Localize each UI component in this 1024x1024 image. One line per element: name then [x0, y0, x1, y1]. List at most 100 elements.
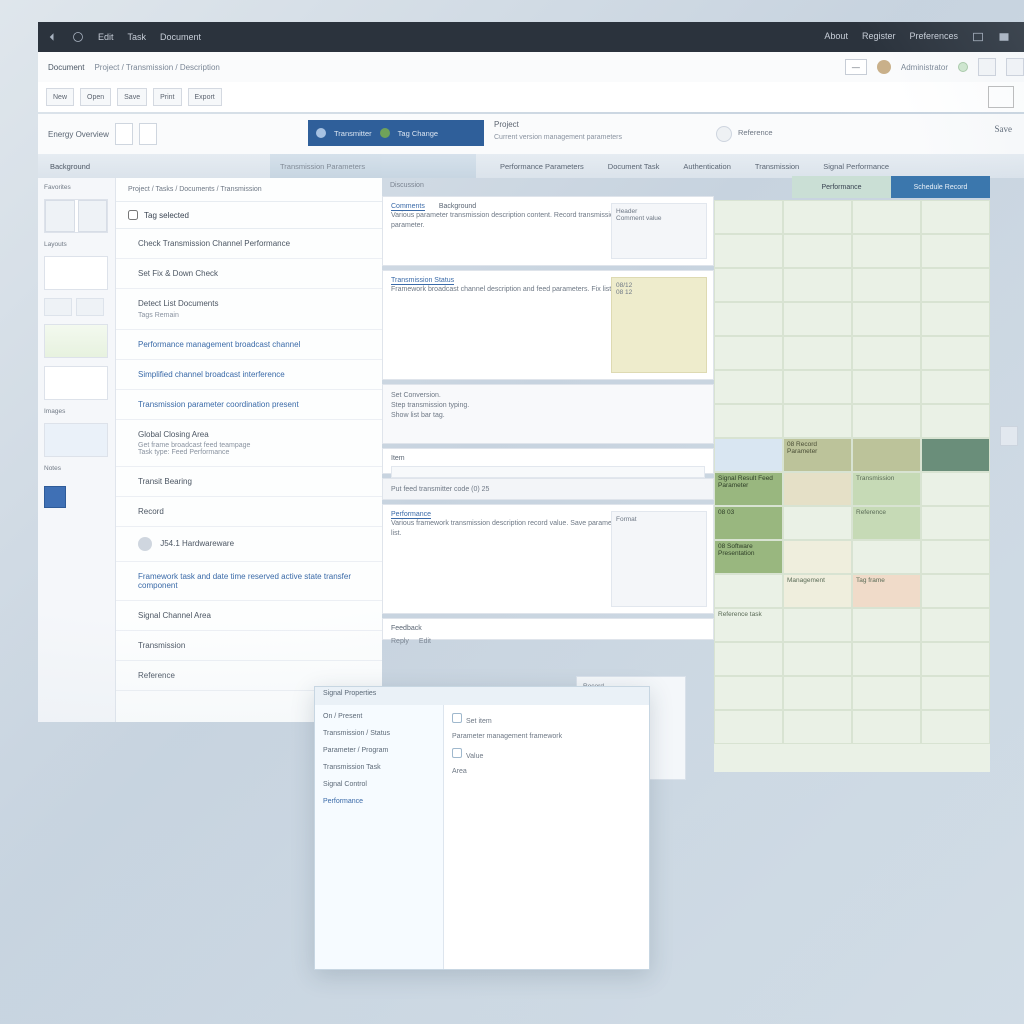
cal-cell[interactable]: [783, 234, 852, 268]
list-item[interactable]: Performance management broadcast channel: [116, 330, 382, 360]
cal-cell[interactable]: [852, 268, 921, 302]
detail-window-title[interactable]: Signal Properties: [315, 687, 649, 705]
colhdr[interactable]: Signal Performance: [799, 162, 889, 171]
cal-cell[interactable]: [852, 404, 921, 438]
cal-cell[interactable]: [921, 302, 990, 336]
cal-cell[interactable]: [783, 268, 852, 302]
cal-cell[interactable]: [921, 676, 990, 710]
cal-cell[interactable]: 08 Software Presentation: [714, 540, 783, 574]
list-item[interactable]: Signal Channel Area: [116, 601, 382, 631]
colhdr[interactable]: Authentication: [659, 162, 731, 171]
sidebar-row[interactable]: [44, 298, 109, 316]
menubar-item[interactable]: Task: [128, 32, 147, 42]
preview-thumb[interactable]: [988, 86, 1014, 108]
list-item[interactable]: Detect List Documents Tags Remain: [116, 289, 382, 330]
panel-action[interactable]: Edit: [419, 638, 431, 645]
cal-cell[interactable]: [921, 234, 990, 268]
panel-tab[interactable]: Transmission Status: [391, 277, 454, 285]
avatar[interactable]: [877, 60, 891, 74]
list-item[interactable]: Global Closing Area Get frame broadcast …: [116, 420, 382, 467]
calendar-tab[interactable]: Performance: [792, 176, 891, 198]
cal-cell[interactable]: [852, 642, 921, 676]
context-chip[interactable]: [139, 123, 157, 145]
cal-cell[interactable]: [921, 540, 990, 574]
cal-cell[interactable]: [921, 200, 990, 234]
sidebar-thumb[interactable]: [44, 366, 108, 400]
cal-cell[interactable]: [783, 506, 852, 540]
cal-cell[interactable]: [921, 642, 990, 676]
select-all-checkbox[interactable]: [128, 210, 138, 220]
cal-cell[interactable]: [921, 574, 990, 608]
list-item[interactable]: Set Fix & Down Check: [116, 259, 382, 289]
checkbox-icon[interactable]: [452, 713, 462, 723]
toolbar-button[interactable]: New: [46, 88, 74, 106]
cal-cell[interactable]: [852, 200, 921, 234]
cal-cell[interactable]: [714, 302, 783, 336]
cal-cell[interactable]: [783, 608, 852, 642]
cal-cell[interactable]: [921, 710, 990, 744]
window-icon[interactable]: [972, 31, 984, 43]
cal-cell[interactable]: [783, 404, 852, 438]
cal-cell[interactable]: [921, 336, 990, 370]
cal-cell[interactable]: [852, 234, 921, 268]
panel-tab[interactable]: Feedback: [391, 625, 422, 632]
toolbar-button[interactable]: Open: [80, 88, 111, 106]
list-item[interactable]: Transit Bearing: [116, 467, 382, 497]
cal-cell[interactable]: [921, 608, 990, 642]
cal-cell[interactable]: [921, 268, 990, 302]
panel-tab[interactable]: Comments: [391, 203, 425, 211]
cal-cell[interactable]: [852, 608, 921, 642]
list-item[interactable]: J54.1 Hardwareware: [116, 527, 382, 562]
cal-cell[interactable]: [783, 336, 852, 370]
cal-cell[interactable]: [783, 472, 852, 506]
list-item[interactable]: Framework task and date time reserved ac…: [116, 562, 382, 601]
save-button[interactable]: Save: [995, 124, 1013, 134]
cal-cell[interactable]: [921, 472, 990, 506]
back-icon[interactable]: [46, 31, 58, 43]
attachment-icon[interactable]: [716, 126, 732, 142]
cal-cell[interactable]: [714, 710, 783, 744]
list-item[interactable]: Check Transmission Channel Performance: [116, 229, 382, 259]
cal-cell[interactable]: [783, 676, 852, 710]
cal-cell[interactable]: Reference task: [714, 608, 783, 642]
cal-cell[interactable]: [714, 676, 783, 710]
panel-tab[interactable]: Item: [391, 455, 405, 462]
cal-cell[interactable]: [852, 710, 921, 744]
panel-input[interactable]: [391, 466, 705, 478]
cal-cell[interactable]: [852, 438, 921, 472]
cal-cell[interactable]: Transmission: [852, 472, 921, 506]
list-item[interactable]: Transmission parameter coordination pres…: [116, 390, 382, 420]
sidebar-thumb[interactable]: [44, 324, 108, 358]
cal-cell[interactable]: [921, 370, 990, 404]
collapse-handle[interactable]: [1000, 426, 1018, 446]
form-row[interactable]: Value: [452, 748, 641, 760]
context-chip[interactable]: [115, 123, 133, 145]
sidebar-thumb[interactable]: [44, 199, 108, 233]
cal-cell[interactable]: [783, 200, 852, 234]
cal-cell[interactable]: [714, 370, 783, 404]
cal-cell[interactable]: [852, 370, 921, 404]
colhdr-active[interactable]: Transmission Parameters: [270, 154, 476, 178]
menubar-right-item[interactable]: Register: [862, 31, 896, 43]
toolbar-button[interactable]: Export: [188, 88, 222, 106]
form-row[interactable]: Area: [452, 768, 641, 775]
panel-tab[interactable]: Background: [439, 203, 476, 211]
list-item[interactable]: Simplified channel broadcast interferenc…: [116, 360, 382, 390]
sidebar-thumb[interactable]: [44, 423, 108, 457]
cal-cell[interactable]: [783, 540, 852, 574]
menubar-item[interactable]: Edit: [98, 32, 114, 42]
cal-cell[interactable]: [921, 404, 990, 438]
cal-cell[interactable]: [852, 302, 921, 336]
cal-cell[interactable]: [783, 370, 852, 404]
accent-segment[interactable]: Transmitter Tag Change: [308, 120, 484, 146]
cal-cell[interactable]: 08 Record Parameter: [783, 438, 852, 472]
breadcrumb-root[interactable]: Document: [48, 63, 84, 72]
breadcrumb-path[interactable]: Project / Transmission / Description: [94, 63, 219, 72]
colhdr[interactable]: Performance Parameters: [476, 162, 584, 171]
cal-cell[interactable]: [714, 404, 783, 438]
cal-cell[interactable]: [714, 268, 783, 302]
cal-cell[interactable]: Management: [783, 574, 852, 608]
panel-tab[interactable]: Performance: [391, 511, 431, 519]
menubar-right-item[interactable]: Preferences: [909, 31, 958, 43]
checkbox-icon[interactable]: [452, 748, 462, 758]
